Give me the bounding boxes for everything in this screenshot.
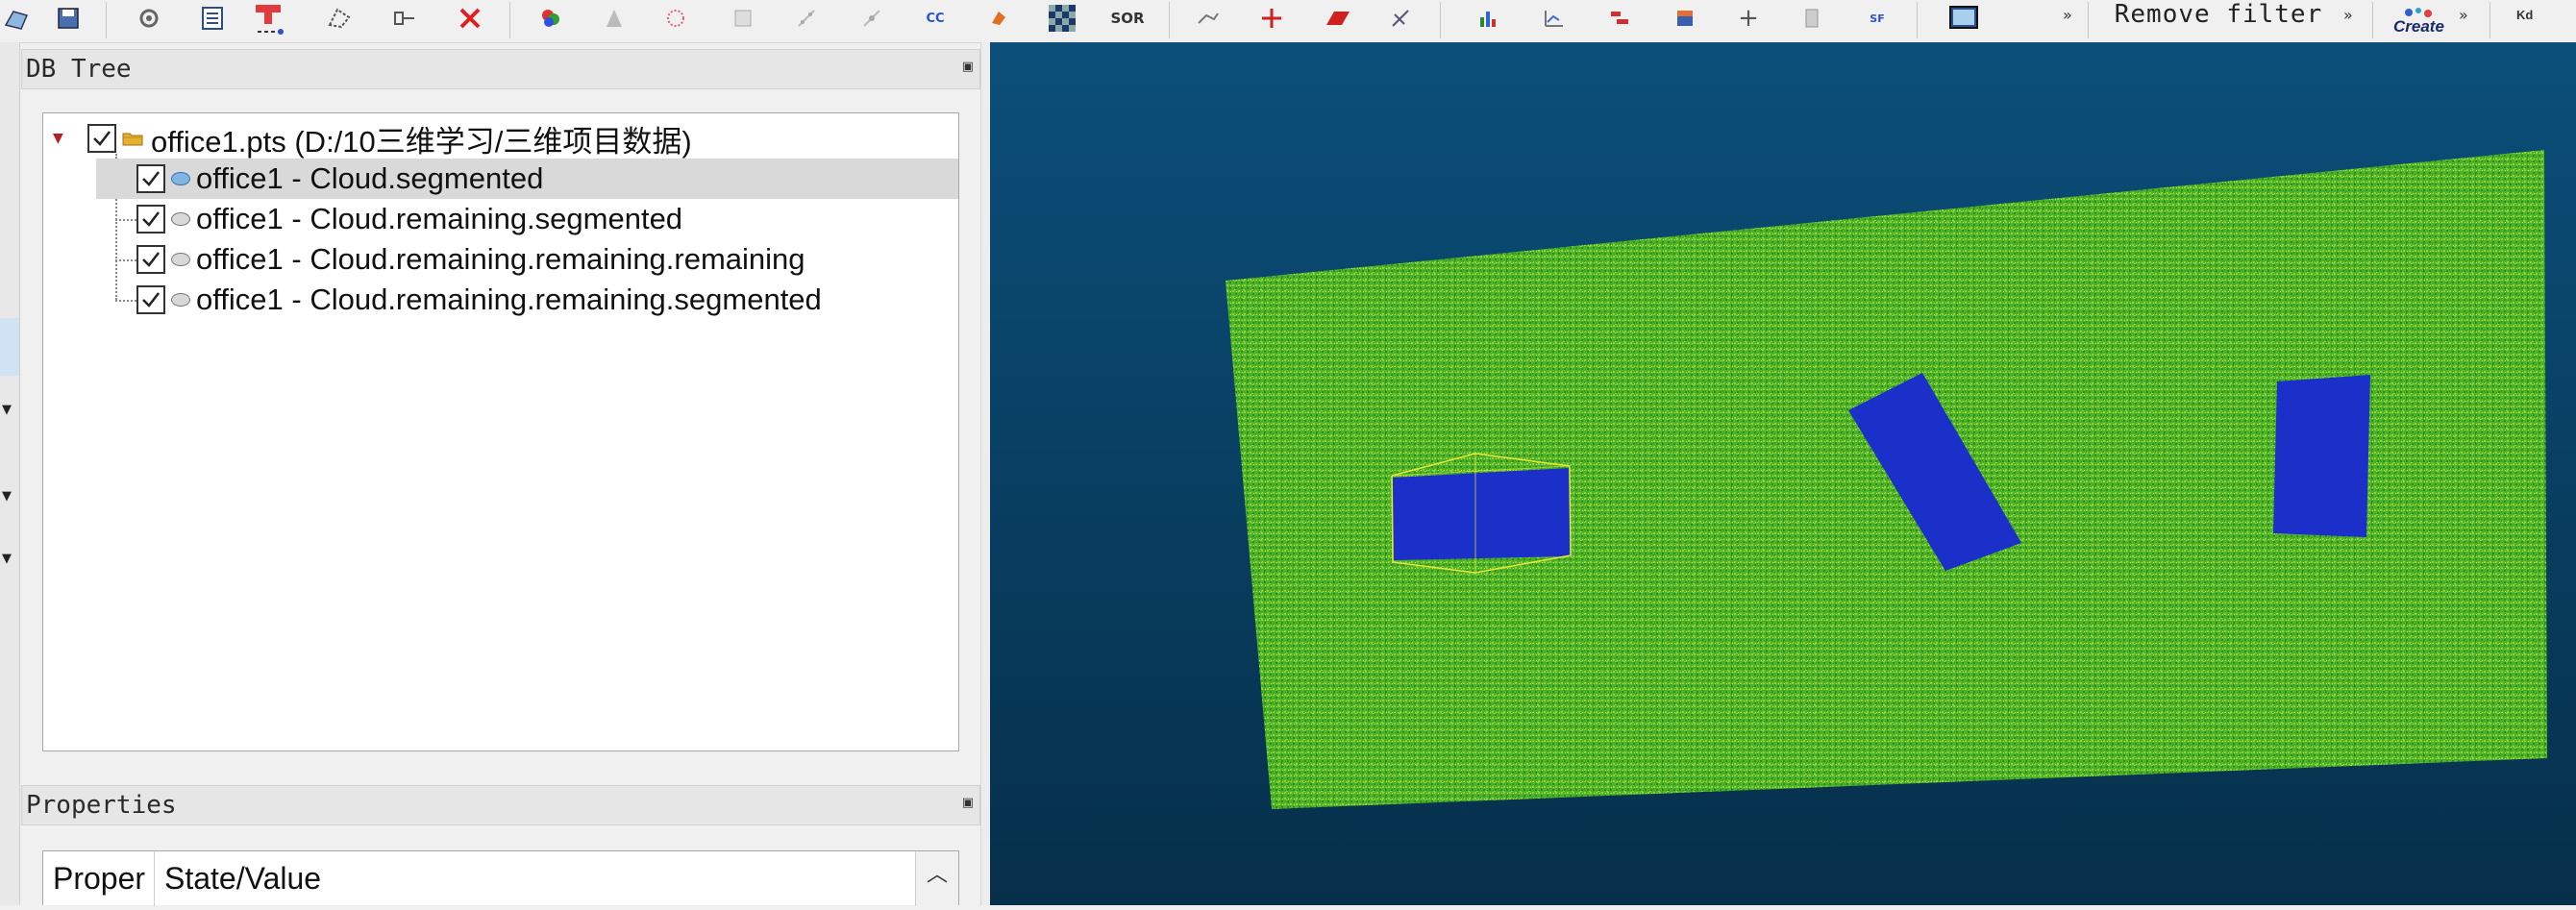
expand-arrow-icon[interactable]: ▼ bbox=[53, 131, 74, 146]
item-checkbox[interactable] bbox=[136, 164, 165, 193]
graph-icon[interactable] bbox=[1538, 2, 1571, 35]
toolbar-more-1[interactable]: » bbox=[2063, 6, 2072, 24]
cube-icon[interactable] bbox=[982, 2, 1015, 35]
dropdown-arrow-icon[interactable]: ▼ bbox=[2, 552, 12, 566]
monitor-icon[interactable] bbox=[1947, 2, 1980, 35]
properties-title: Properties bbox=[26, 791, 177, 820]
cloud-icon bbox=[171, 253, 190, 266]
move-icon[interactable] bbox=[1255, 2, 1288, 35]
compare-icon[interactable] bbox=[1603, 2, 1636, 35]
octree-icon[interactable] bbox=[727, 2, 759, 35]
sor-label: SOR bbox=[1110, 9, 1145, 27]
tree-item-label: office1 - Cloud.remaining.remaining.segm… bbox=[196, 283, 822, 316]
segment-icon[interactable] bbox=[323, 2, 356, 35]
folder-icon bbox=[122, 133, 143, 146]
filter-icon[interactable] bbox=[1192, 2, 1225, 35]
tree-item-label: office1 - Cloud.remaining.segmented bbox=[196, 202, 683, 235]
column-header-value[interactable]: State/Value bbox=[164, 857, 321, 899]
tree-item-cloud-remaining-remaining-segmented[interactable]: office1 - Cloud.remaining.remaining.segm… bbox=[136, 280, 822, 320]
clip-icon[interactable] bbox=[1321, 2, 1353, 35]
scale-icon[interactable] bbox=[1384, 2, 1417, 35]
cloud-icon bbox=[171, 293, 190, 307]
vertical-scrollbar[interactable]: ︿ bbox=[915, 851, 958, 906]
list-icon[interactable] bbox=[196, 2, 229, 35]
properties-table: Proper State/Value ︿ bbox=[42, 850, 959, 906]
item-checkbox[interactable] bbox=[136, 285, 165, 314]
dropdown-arrow-icon[interactable]: ▼ bbox=[2, 403, 12, 417]
sample-icon[interactable] bbox=[790, 2, 823, 35]
tree-connector bbox=[115, 219, 136, 221]
item-checkbox[interactable] bbox=[136, 205, 165, 234]
sor-icon[interactable]: SOR bbox=[1110, 2, 1145, 35]
properties-title-bar: Properties ▣ bbox=[21, 785, 980, 825]
segmented-object-1 bbox=[1393, 468, 1571, 560]
kd-tree-button[interactable]: Kd bbox=[2516, 8, 2533, 22]
resample-icon[interactable] bbox=[855, 2, 888, 35]
item-checkbox[interactable] bbox=[136, 245, 165, 274]
settings-icon[interactable] bbox=[133, 2, 165, 35]
remove-filter-button[interactable]: Remove filter bbox=[2093, 0, 2343, 29]
float-panel-icon[interactable]: ▣ bbox=[962, 796, 974, 810]
tree-item-cloud-segmented[interactable]: office1 - Cloud.segmented bbox=[96, 159, 958, 199]
column-divider[interactable] bbox=[154, 851, 155, 906]
point-icon[interactable] bbox=[659, 2, 692, 35]
3d-view[interactable] bbox=[990, 42, 2576, 905]
root-checkbox[interactable] bbox=[87, 124, 116, 153]
sf-icon[interactable]: SF bbox=[1861, 2, 1894, 35]
cloud-icon bbox=[171, 172, 190, 185]
float-panel-icon[interactable]: ▣ bbox=[962, 60, 974, 74]
normal-icon[interactable] bbox=[598, 2, 631, 35]
main-toolbar: CC SOR + SF » Remove filter » Create » K… bbox=[0, 0, 2576, 43]
create-label: Create bbox=[2393, 17, 2444, 36]
tree-item-label: office1 - Cloud.segmented bbox=[196, 161, 544, 195]
dropdown-arrow-icon[interactable]: ▼ bbox=[2, 489, 12, 504]
tree-item-cloud-remaining-remaining-remaining[interactable]: office1 - Cloud.remaining.remaining.rema… bbox=[136, 239, 805, 280]
point-cloud-render bbox=[990, 42, 2576, 905]
pick-icon[interactable] bbox=[388, 2, 421, 35]
delete-icon[interactable] bbox=[454, 2, 486, 35]
toolbar-more-3[interactable]: » bbox=[2459, 6, 2468, 24]
histogram-icon[interactable] bbox=[1473, 2, 1505, 35]
convert-icon[interactable] bbox=[1669, 2, 1701, 35]
column-header-property[interactable]: Proper bbox=[53, 857, 145, 899]
save-icon[interactable] bbox=[52, 2, 85, 35]
toolbar-more-2[interactable]: » bbox=[2343, 6, 2353, 24]
checker-icon[interactable] bbox=[1046, 2, 1078, 35]
cc-icon[interactable]: CC bbox=[919, 2, 952, 35]
db-tree: ▼ office1.pts (D:/10三维学习/三维项目数据) office1… bbox=[42, 112, 959, 751]
root-label: office1.pts (D:/10三维学习/三维项目数据) bbox=[151, 124, 692, 159]
open-icon[interactable] bbox=[0, 2, 33, 35]
db-tree-title-bar: DB Tree ▣ bbox=[21, 49, 980, 89]
translate-icon[interactable] bbox=[252, 2, 285, 35]
segmented-object-3 bbox=[2273, 375, 2370, 537]
scroll-up-icon[interactable]: ︿ bbox=[916, 853, 958, 892]
left-strip-selection bbox=[0, 318, 19, 376]
db-tree-title: DB Tree bbox=[26, 55, 132, 84]
tree-item-cloud-remaining-segmented[interactable]: office1 - Cloud.remaining.segmented bbox=[136, 199, 682, 239]
tree-item-label: office1 - Cloud.remaining.remaining.rema… bbox=[196, 242, 805, 276]
cloud-icon bbox=[171, 212, 190, 226]
tree-connector bbox=[115, 300, 136, 302]
tree-connector bbox=[115, 259, 136, 261]
left-dock-strip: ▼ ▼ ▼ bbox=[0, 42, 20, 905]
tree-root-row[interactable]: ▼ office1.pts (D:/10三维学习/三维项目数据) bbox=[53, 118, 692, 159]
plus-icon[interactable]: + bbox=[1732, 2, 1765, 35]
color-icon[interactable] bbox=[534, 2, 567, 35]
delete-doc-icon[interactable] bbox=[1796, 2, 1828, 35]
